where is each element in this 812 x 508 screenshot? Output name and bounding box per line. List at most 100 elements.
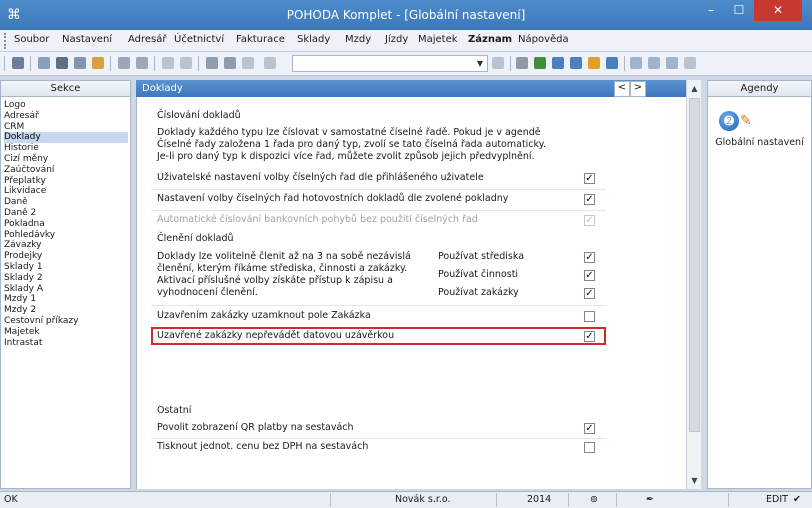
sekce-item-cizi-meny[interactable]: Cizí měny [4, 154, 128, 165]
sekce-item-sklady-2[interactable]: Sklady 2 [4, 273, 128, 284]
checkbox-cinnosti[interactable]: ✓ [584, 270, 595, 281]
cislovani-desc-line: Je-li pro daný typ k dispozici více řad,… [157, 151, 535, 162]
status-separator [568, 493, 569, 507]
sekce-item-mzdy-1[interactable]: Mzdy 1 [4, 294, 128, 305]
sekce-item-cestovni-prikazy[interactable]: Cestovní příkazy [4, 316, 128, 327]
sekce-item-zavazky[interactable]: Závazky [4, 240, 128, 251]
menu-mzdy[interactable]: Mzdy [345, 34, 371, 45]
vertical-scrollbar[interactable]: ▲ ▼ [686, 80, 701, 489]
sekce-item-sklady-a[interactable]: Sklady A [4, 284, 128, 295]
cislovani-desc-line: Doklady každého typu lze číslovat v samo… [157, 127, 541, 138]
table-icon[interactable] [570, 57, 582, 69]
status-bar: OK Novák s.r.o. 2014 ⊚ ✒ EDIT ✔ [0, 491, 812, 508]
checkbox-uzivatelske[interactable]: ✓ [584, 173, 595, 184]
sekce-item-pohledavky[interactable]: Pohledávky [4, 230, 128, 241]
checkbox-hotovostni[interactable]: ✓ [584, 194, 595, 205]
calendar-icon[interactable] [606, 57, 618, 69]
checkbox-cena-bez-dph[interactable] [584, 442, 595, 453]
delete-icon[interactable] [180, 57, 192, 69]
settings-agenda-icon[interactable]: ➋ [719, 111, 739, 131]
toolbar-separator [154, 56, 155, 71]
page-title: Doklady [142, 83, 183, 94]
toolbar-grip [4, 56, 5, 71]
sekce-item-dane[interactable]: Daně [4, 197, 128, 208]
sekce-item-mzdy-2[interactable]: Mzdy 2 [4, 305, 128, 316]
sekce-item-dane-2[interactable]: Daně 2 [4, 208, 128, 219]
ostatni-heading: Ostatní [157, 405, 192, 416]
filter-icon[interactable] [492, 57, 504, 69]
help-icon[interactable] [684, 57, 696, 69]
app-icon[interactable]: ⌘ [6, 7, 22, 23]
menu-majetek[interactable]: Majetek [418, 34, 458, 45]
agenda-icon[interactable] [12, 57, 24, 69]
prev-button[interactable]: < [614, 81, 630, 97]
menu-sklady[interactable]: Sklady [297, 34, 330, 45]
checkbox-qr[interactable]: ✓ [584, 423, 595, 434]
folder-icon[interactable] [516, 57, 528, 69]
copy-icon[interactable] [38, 57, 50, 69]
menu-ucetnictvi[interactable]: Účetnictví [174, 34, 224, 45]
print-icon[interactable] [56, 57, 68, 69]
sekce-item-adresar[interactable]: Adresář [4, 111, 128, 122]
grid-icon[interactable] [552, 57, 564, 69]
list-icon[interactable] [630, 57, 642, 69]
edit-icon[interactable] [136, 57, 148, 69]
close-button[interactable]: ✕ [754, 0, 802, 21]
sekce-item-sklady-1[interactable]: Sklady 1 [4, 262, 128, 273]
checkbox-bankovni: ✓ [584, 215, 595, 226]
menu-napoveda[interactable]: Nápověda [518, 34, 569, 45]
next-button[interactable]: > [630, 81, 646, 97]
checkbox-strediska[interactable]: ✓ [584, 252, 595, 263]
toolbar-separator [198, 56, 199, 71]
main-header: Doklady < > [136, 80, 701, 97]
attach-icon[interactable] [242, 57, 254, 69]
menu-nastaveni[interactable]: Nastavení [62, 34, 112, 45]
refresh-icon[interactable] [534, 57, 546, 69]
undo-icon[interactable] [118, 57, 130, 69]
agenda-item-label[interactable]: Globální nastavení [707, 137, 812, 148]
sekce-item-doklady[interactable]: Doklady [4, 132, 128, 144]
export-icon[interactable] [92, 57, 104, 69]
menu-grip [4, 33, 7, 49]
sekce-item-historie[interactable]: Historie [4, 143, 128, 154]
sekce-item-pokladna[interactable]: Pokladna [4, 219, 128, 230]
scroll-thumb[interactable] [689, 98, 700, 432]
sekce-item-intrastat[interactable]: Intrastat [4, 338, 128, 349]
menu-zaznam[interactable]: Záznam [468, 34, 512, 45]
preview-icon[interactable] [74, 57, 86, 69]
scroll-up-icon[interactable]: ▲ [687, 80, 702, 97]
cislovani-desc-line: Číselné řady založena 1 řada pro daný ty… [157, 139, 546, 150]
menu-adresar[interactable]: Adresář [128, 34, 167, 45]
clipboard-icon[interactable] [264, 57, 276, 69]
sekce-item-logo[interactable]: Logo [4, 100, 128, 111]
option-label-strediska: Používat střediska [438, 251, 525, 262]
sekce-item-likvidace[interactable]: Likvidace [4, 186, 128, 197]
save-icon[interactable] [206, 57, 218, 69]
sekce-item-zauctovani[interactable]: Zaúčtování [4, 165, 128, 176]
sekce-item-preplatky[interactable]: Přeplatky [4, 176, 128, 187]
option-label-bankovni: Automatické číslování bankovních pohybů … [157, 214, 478, 225]
status-separator [728, 493, 729, 507]
scroll-down-icon[interactable]: ▼ [687, 472, 702, 489]
search-combo[interactable] [292, 55, 488, 72]
menu-jizdy[interactable]: Jízdy [385, 34, 408, 45]
checkbox-uzamknout[interactable] [584, 311, 595, 322]
add-icon[interactable] [162, 57, 174, 69]
cleneni-desc-line: členění, kterým říkáme střediska, činnos… [157, 263, 408, 274]
maximize-button[interactable]: ☐ [725, 0, 753, 21]
checkbox-neprevadet[interactable]: ✓ [584, 331, 595, 342]
agendy-panel [707, 97, 812, 489]
minimize-button[interactable]: – [697, 0, 725, 21]
chevron-down-icon[interactable]: ▼ [474, 56, 486, 71]
menu-fakturace[interactable]: Fakturace [236, 34, 285, 45]
layout-icon[interactable] [666, 57, 678, 69]
sekce-item-majetek[interactable]: Majetek [4, 327, 128, 338]
status-year: 2014 [527, 494, 552, 505]
columns-icon[interactable] [648, 57, 660, 69]
checkbox-zakazky[interactable]: ✓ [584, 288, 595, 299]
sekce-item-crm[interactable]: CRM [4, 122, 128, 133]
menu-soubor[interactable]: Soubor [14, 34, 49, 45]
users-icon[interactable] [588, 57, 600, 69]
sekce-item-prodejky[interactable]: Prodejky [4, 251, 128, 262]
save-as-icon[interactable] [224, 57, 236, 69]
